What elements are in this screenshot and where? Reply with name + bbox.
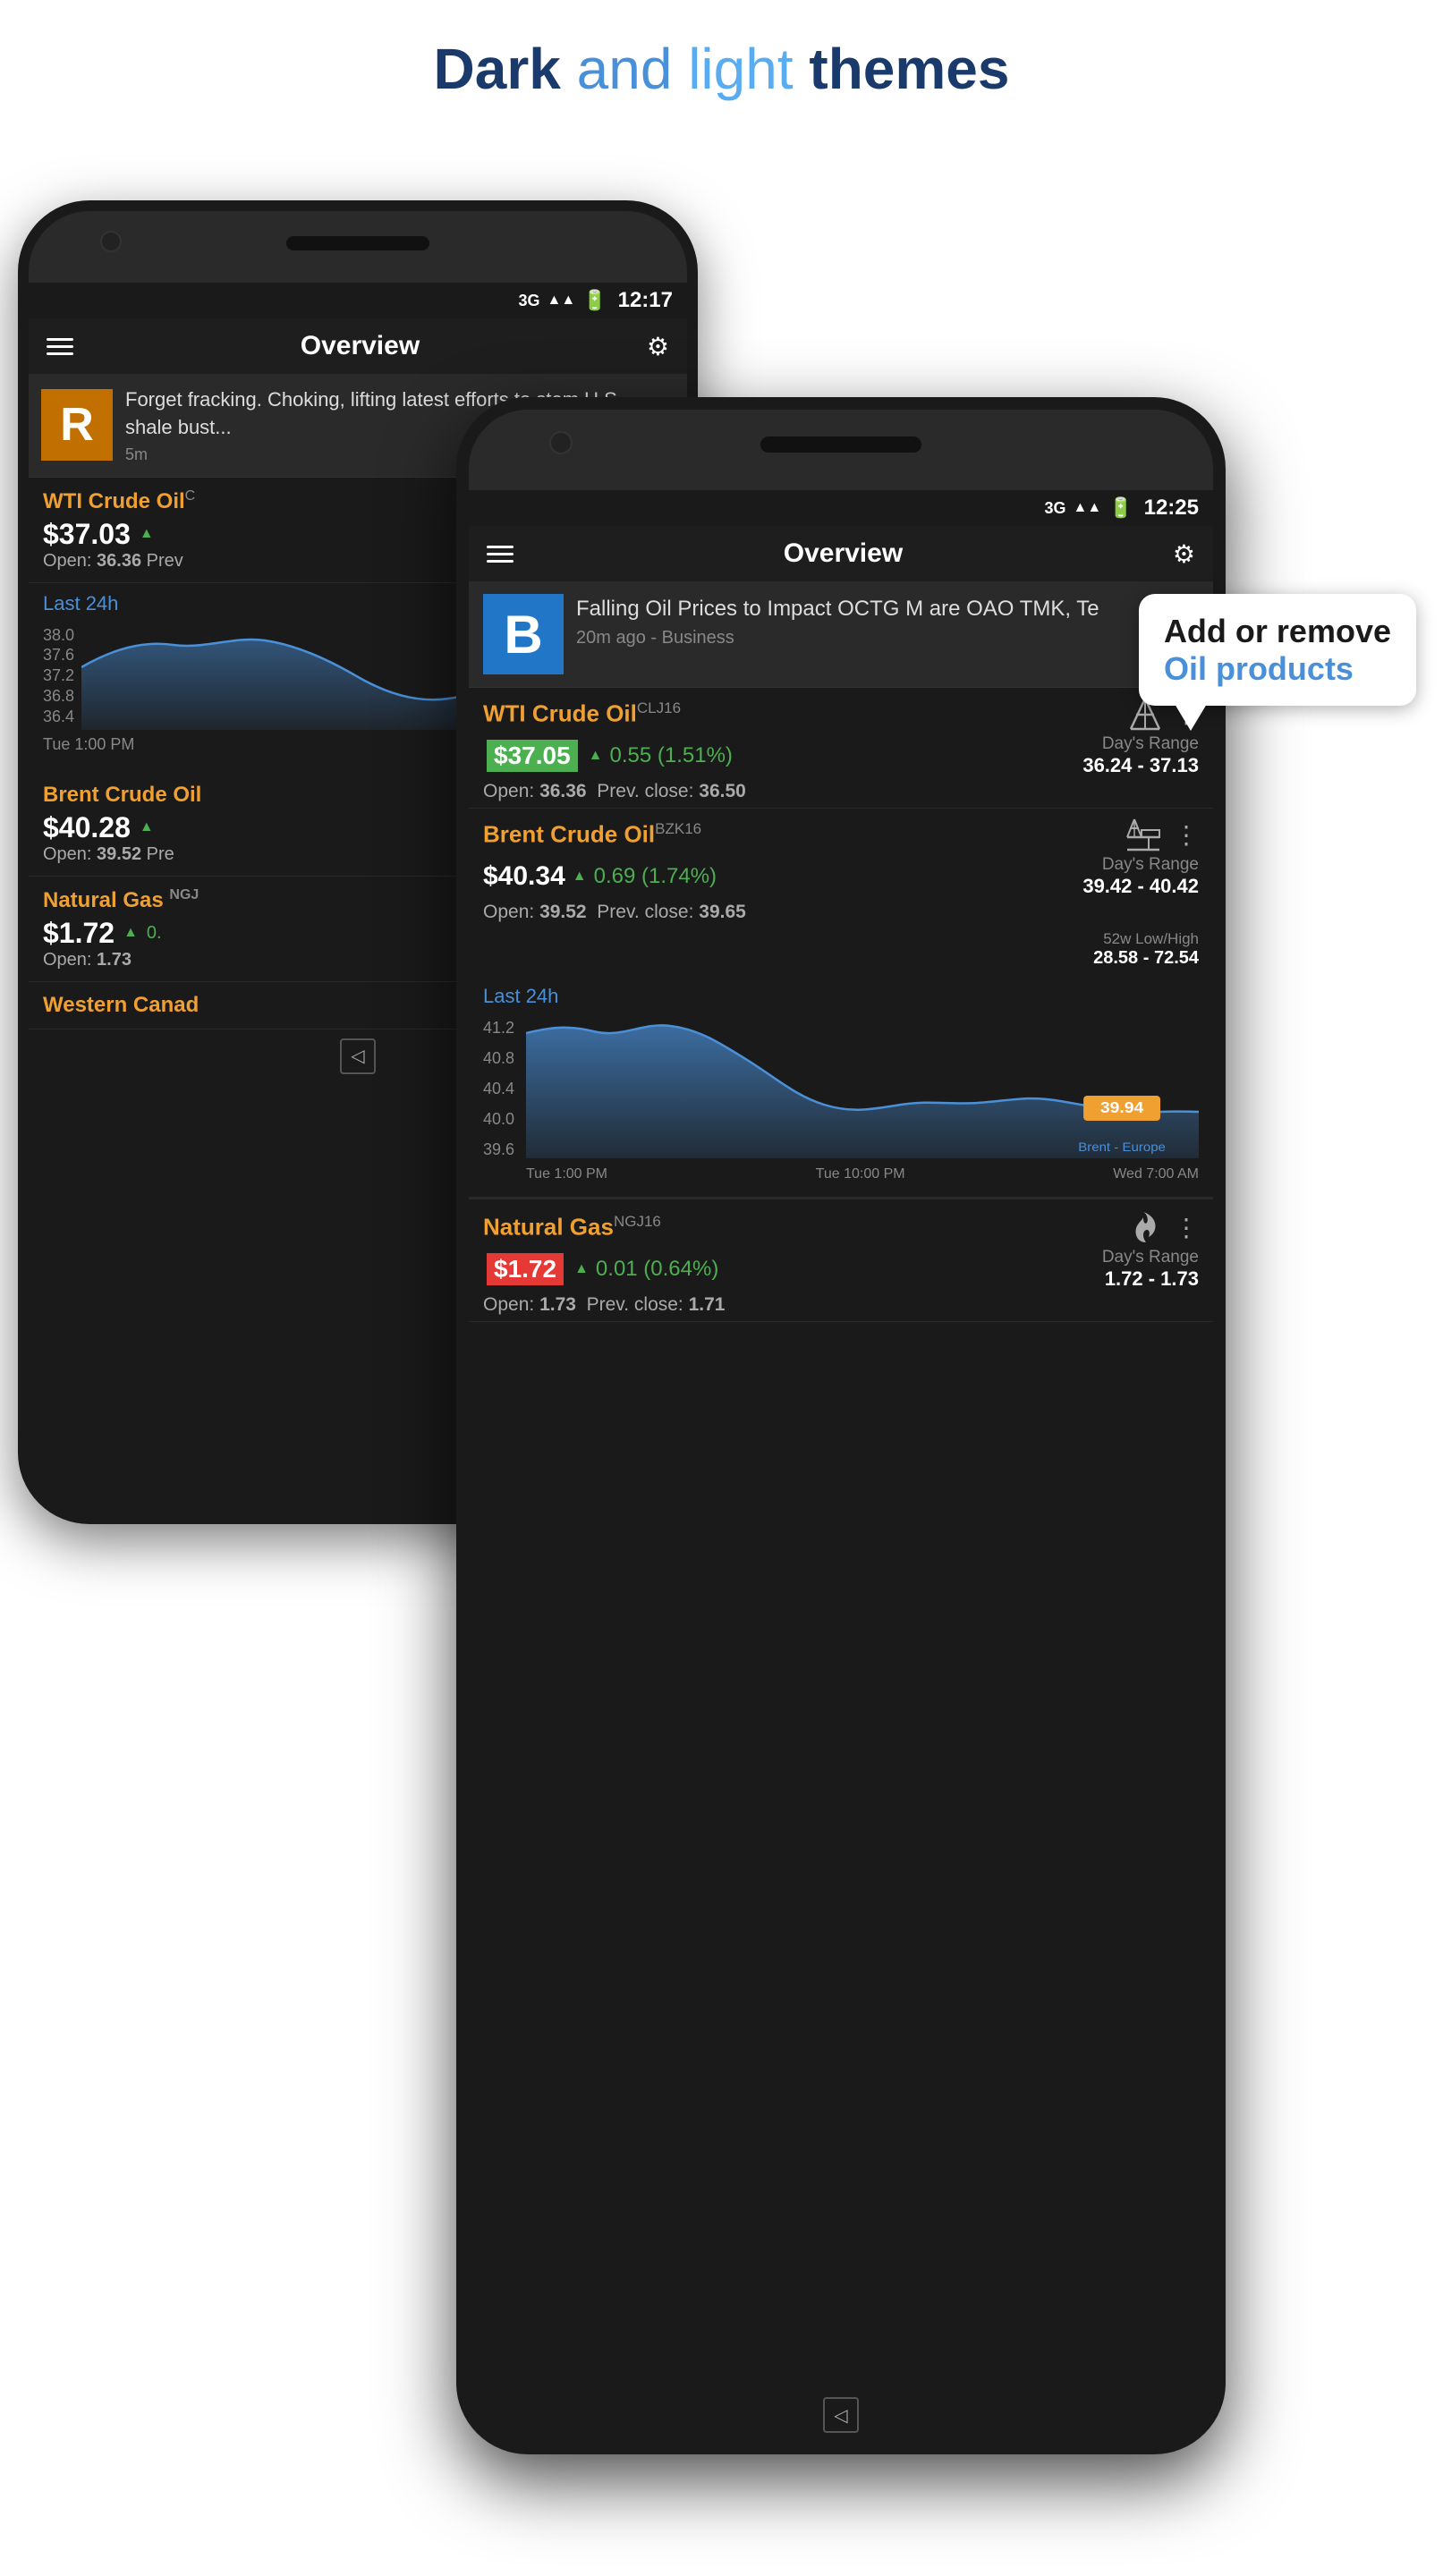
tooltip-line1: Add or remove — [1164, 612, 1391, 650]
news-letter-front: B — [483, 594, 564, 674]
header-word-dark: Dark — [434, 37, 561, 101]
ng-price-row-front: $1.72 ▲ 0.01 (0.64%) Day's Range 1.72 - … — [469, 1244, 1213, 1292]
time-front: 12:25 — [1144, 496, 1199, 521]
hamburger-front[interactable] — [487, 546, 514, 563]
bottom-bar-front: ◁ — [469, 2388, 1213, 2442]
signal-bars-back: ▲▲ — [547, 292, 576, 309]
signal-front: 3G — [1045, 499, 1066, 518]
brent-week-range-front: 52w Low/High 28.58 - 72.54 — [469, 930, 1213, 976]
nav-title-front: Overview — [784, 538, 903, 569]
flame-icon-ng — [1131, 1210, 1161, 1244]
brent-change-front: 0.69 (1.74%) — [594, 864, 717, 889]
ng-change-front: 0.01 (0.64%) — [596, 1257, 718, 1282]
front-screen-content: 3G ▲▲ 🔋 12:25 Overview ⚙ B Falling Oil P… — [469, 490, 1213, 2388]
western-name-back: Western Canad — [43, 993, 199, 1017]
brent-chart-section-front: Last 24h 41.240.840.440.039.6 — [469, 976, 1213, 1199]
ng-name-front: Natural GasNGJ16 — [483, 1213, 661, 1241]
brent-price-front: $40.34 — [483, 861, 565, 892]
ng-arrow-back: ▲ — [123, 925, 138, 941]
brent-arrow-back: ▲ — [140, 819, 154, 835]
back-button-front[interactable]: ◁ — [823, 2397, 859, 2433]
header-word-themes: themes — [809, 37, 1009, 101]
news-content-front: Falling Oil Prices to Impact OCTG M are … — [576, 594, 1099, 648]
ng-change-back: 0. — [147, 923, 162, 944]
status-bar-back: 3G ▲▲ 🔋 12:17 — [29, 283, 687, 318]
wti-arrow-front: ▲ — [589, 748, 603, 764]
wti-name-front: WTI Crude OilCLJ16 — [483, 699, 681, 728]
more-icon-brent-front[interactable]: ⋮ — [1174, 820, 1199, 850]
wti-sub-row-front: Open: 36.36 Prev. close: 36.50 — [469, 779, 1213, 808]
brent-chart-label-front: Last 24h — [483, 985, 1199, 1008]
ng-icons-front: ⋮ — [1131, 1210, 1199, 1244]
svg-text:39.94: 39.94 — [1100, 1098, 1144, 1116]
phone-speaker-front — [760, 436, 921, 453]
oil-section-ng-front: Natural GasNGJ16 ⋮ $1.72 ▲ 0.01 (0. — [469, 1199, 1213, 1322]
battery-icon-back: 🔋 — [582, 289, 607, 312]
brent-arrow-front: ▲ — [573, 869, 587, 885]
brent-icons-front: ⋮ — [1125, 818, 1199, 852]
ng-sub-row-front: Open: 1.73 Prev. close: 1.71 — [469, 1292, 1213, 1321]
phones-wrapper: 3G ▲▲ 🔋 12:17 Overview ⚙ R Forget fracki… — [0, 129, 1443, 2472]
nav-bar-back: Overview ⚙ — [29, 318, 687, 374]
more-icon-ng-front[interactable]: ⋮ — [1174, 1213, 1199, 1242]
brent-sub-row-front: Open: 39.52 Prev. close: 39.65 — [469, 900, 1213, 928]
brent-price-back: $40.28 — [43, 811, 131, 844]
ng-price-front: $1.72 — [487, 1253, 564, 1285]
wti-change-front: 0.55 (1.51%) — [609, 743, 732, 768]
wti-price-front: $37.05 — [487, 740, 578, 772]
svg-text:Brent - Europe: Brent - Europe — [1078, 1140, 1166, 1154]
wti-day-range-front: Day's Range 36.24 - 37.13 — [1082, 734, 1199, 777]
news-card-front: B Falling Oil Prices to Impact OCTG M ar… — [469, 581, 1213, 688]
header-word-and: and — [577, 37, 673, 101]
ng-price-back: $1.72 — [43, 917, 115, 950]
phone-camera-front — [549, 431, 573, 454]
signal-bars-front: ▲▲ — [1074, 500, 1102, 516]
hamburger-back[interactable] — [47, 338, 73, 355]
nav-title-back: Overview — [301, 331, 420, 361]
phone-speaker-back — [286, 236, 429, 250]
battery-icon-front: 🔋 — [1108, 496, 1133, 520]
nav-bar-front: Overview ⚙ — [469, 526, 1213, 581]
oil-section-wti-front: WTI Crude OilCLJ16 ⋮ — [469, 688, 1213, 809]
signal-back: 3G — [519, 292, 540, 310]
oil-platform-icon-brent — [1125, 818, 1161, 852]
header-word-light: light — [688, 37, 793, 101]
ng-day-range-front: Day's Range 1.72 - 1.73 — [1102, 1248, 1199, 1291]
phone-front: 3G ▲▲ 🔋 12:25 Overview ⚙ B Falling Oil P… — [456, 397, 1226, 2454]
brent-day-range-front: Day's Range 39.42 - 40.42 — [1082, 855, 1199, 898]
ng-arrow-front: ▲ — [574, 1261, 589, 1277]
time-back: 12:17 — [618, 288, 673, 313]
ng-name-back: Natural Gas NGJ — [43, 887, 199, 913]
news-headline-front: Falling Oil Prices to Impact OCTG M are … — [576, 594, 1099, 624]
brent-x-labels-front: Tue 1:00 PM Tue 10:00 PM Wed 7:00 AM — [483, 1166, 1199, 1182]
brent-name-front: Brent Crude OilBZK16 — [483, 820, 701, 849]
news-letter-back: R — [41, 389, 113, 461]
gear-icon-back[interactable]: ⚙ — [647, 332, 669, 361]
page-header: Dark and light themes — [0, 0, 1443, 129]
status-bar-front: 3G ▲▲ 🔋 12:25 — [469, 490, 1213, 526]
wti-price-row-front: $37.05 ▲ 0.55 (1.51%) Day's Range 36.24 … — [469, 731, 1213, 779]
wti-price-back: $37.03 — [43, 518, 131, 551]
wti-name-back: WTI Crude OilC — [43, 488, 195, 514]
oil-section-brent-front: Brent Crude OilBZK16 — [469, 809, 1213, 1199]
brent-price-row-front: $40.34 ▲ 0.69 (1.74%) Day's Range 39.42 … — [469, 852, 1213, 900]
wti-arrow-back: ▲ — [140, 526, 154, 542]
news-time-front: 20m ago - Business — [576, 628, 1099, 648]
tooltip-line2: Oil products — [1164, 650, 1391, 688]
gear-icon-front[interactable]: ⚙ — [1173, 539, 1195, 569]
brent-chart-svg-front: 39.94 Brent - Europe — [526, 1015, 1199, 1158]
back-button-back[interactable]: ◁ — [340, 1038, 376, 1074]
brent-name-back: Brent Crude Oil — [43, 783, 201, 808]
phone-camera-back — [100, 231, 122, 252]
tooltip-bubble: Add or remove Oil products — [1139, 594, 1416, 706]
